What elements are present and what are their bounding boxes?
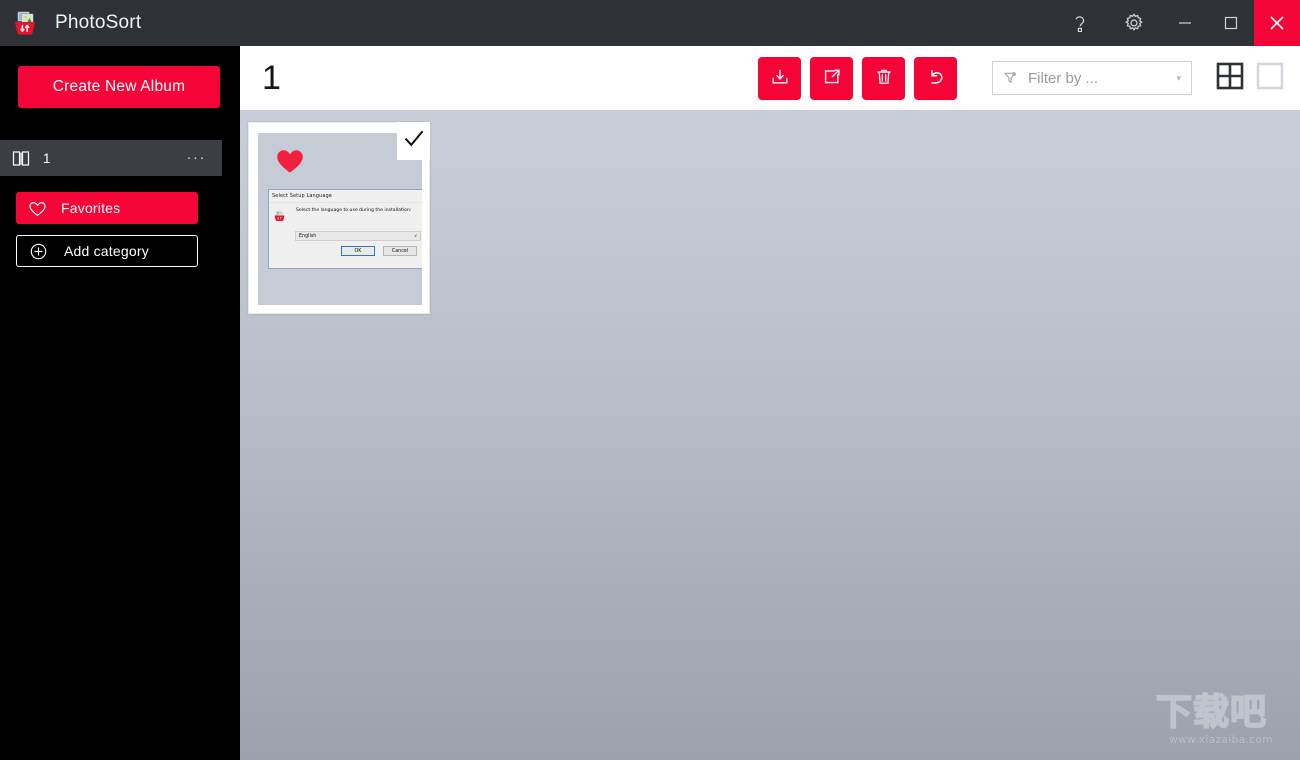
language-select[interactable]: English ∨: [295, 231, 421, 241]
undo-arrow-icon: [925, 66, 947, 91]
plus-circle-icon: [28, 241, 48, 261]
watermark: 下载吧 www.xiazaiba.com: [1155, 691, 1286, 754]
book-icon: [11, 148, 31, 168]
setup-basket-icon: [273, 208, 286, 222]
export-button[interactable]: [810, 56, 853, 100]
sidebar: Create New Album 1 ··· Favorites Add cat…: [0, 46, 240, 760]
box-arrow-out-icon: [821, 66, 843, 91]
dialog-close-icon[interactable]: ✕: [421, 193, 422, 199]
undo-button[interactable]: [914, 56, 957, 100]
close-button[interactable]: [1254, 0, 1300, 46]
heart-filled-icon[interactable]: [275, 147, 305, 179]
maximize-icon: [1223, 15, 1239, 31]
language-select-value: English: [299, 233, 317, 239]
chevron-down-icon: ∨: [414, 233, 417, 238]
page-title: 1: [262, 59, 281, 97]
photo-card[interactable]: Select Setup Language ✕: [248, 122, 430, 314]
filter-dropdown[interactable]: Filter by ... ▾: [992, 61, 1192, 95]
help-button[interactable]: [1054, 0, 1106, 46]
watermark-text: 下载吧: [1155, 691, 1268, 734]
dialog-message: Select the language to use during the in…: [296, 208, 412, 213]
trash-icon: [873, 66, 895, 91]
app-title: PhotoSort: [55, 12, 142, 33]
album-label: 1: [43, 150, 51, 166]
chevron-down-icon: ▾: [1176, 72, 1181, 83]
filter-input[interactable]: Filter by ...: [1028, 70, 1176, 87]
minimize-button[interactable]: [1162, 0, 1208, 46]
maximize-button[interactable]: [1208, 0, 1254, 46]
square-icon: [1256, 62, 1284, 95]
import-button[interactable]: [758, 56, 801, 100]
minimize-icon: [1177, 15, 1193, 31]
dialog-ok-button[interactable]: OK: [341, 246, 375, 256]
main-header: 1 Filter by ... ▾: [240, 46, 1300, 110]
single-view-button[interactable]: [1254, 62, 1286, 94]
sidebar-item-add-category[interactable]: Add category: [16, 235, 198, 267]
photosort-window: PhotoSort Create New Album 1 ··· Favorit…: [0, 0, 1300, 760]
sidebar-item-favorites[interactable]: Favorites: [16, 192, 198, 224]
gear-icon: [1123, 12, 1145, 34]
add-category-label: Add category: [64, 243, 149, 259]
photo-grid: Select Setup Language ✕: [240, 110, 1300, 760]
grid-2x2-icon: [1216, 62, 1244, 95]
dialog-cancel-button[interactable]: Cancel: [383, 246, 417, 256]
settings-button[interactable]: [1106, 0, 1162, 46]
album-more-button[interactable]: ···: [187, 150, 207, 165]
sidebar-item-album-1[interactable]: 1 ···: [0, 140, 222, 176]
dialog-title: Select Setup Language: [272, 193, 332, 199]
dialog-body: Select the language to use during the in…: [269, 203, 422, 256]
photo-selected-badge[interactable]: [397, 122, 430, 160]
dialog-titlebar: Select Setup Language ✕: [269, 190, 422, 203]
box-arrow-down-icon: [769, 66, 791, 91]
heart-icon: [27, 198, 47, 218]
checkmark-icon: [403, 128, 425, 155]
app-icon: [9, 7, 41, 39]
favorites-label: Favorites: [61, 200, 121, 216]
titlebar: PhotoSort: [0, 0, 1300, 46]
funnel-icon: [1003, 71, 1017, 85]
grid-view-button[interactable]: [1214, 62, 1246, 94]
help-icon: [1071, 13, 1089, 33]
close-icon: [1267, 13, 1287, 33]
watermark-url: www.xiazaiba.com: [1169, 734, 1273, 746]
create-new-album-button[interactable]: Create New Album: [18, 66, 220, 108]
embedded-setup-dialog: Select Setup Language ✕: [268, 189, 422, 269]
delete-button[interactable]: [862, 56, 905, 100]
